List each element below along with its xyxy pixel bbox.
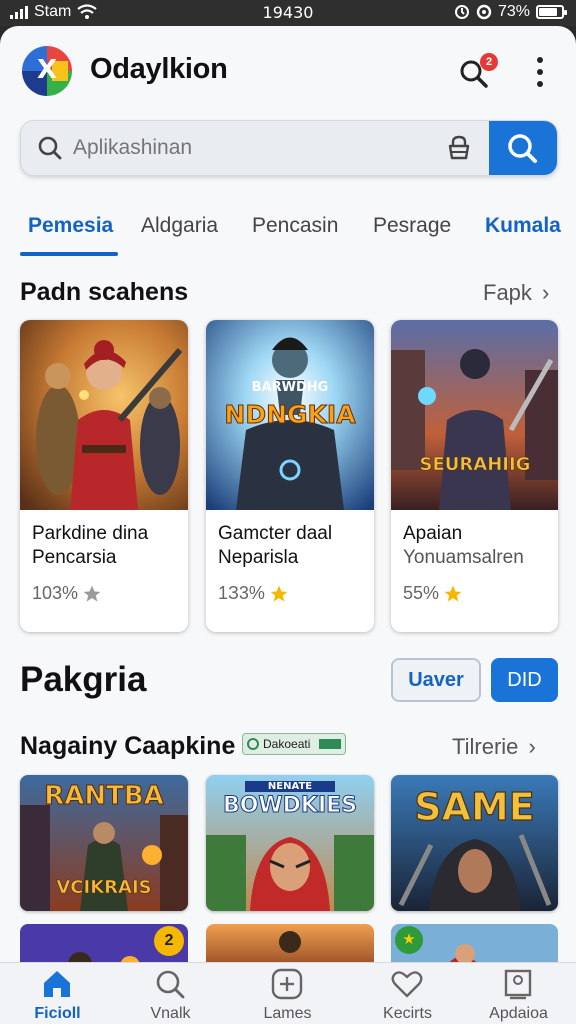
game-card[interactable]: SEURAHIIG Apaian Yonuamsalren 55% (391, 320, 558, 632)
alarm-icon (454, 5, 469, 19)
search-input[interactable] (73, 131, 443, 165)
thumb-badge: ★ (395, 926, 423, 954)
category-tabs: Pemesia Aldgaria Pencasin Pesrage Kumala (0, 204, 576, 258)
section-title: Nagainy Caapkine (20, 732, 236, 760)
see-all-label: Fapk (483, 280, 532, 305)
thumb-title: SAME (414, 784, 536, 829)
home-icon (44, 971, 70, 997)
game-name-line2: Yonuamsalren (403, 547, 524, 568)
game-art-image (20, 320, 188, 510)
game-rating: 55% (403, 583, 463, 604)
search-button-icon (508, 134, 537, 163)
app-title: Odaylkion (90, 53, 228, 85)
sync-icon (476, 4, 492, 20)
status-bar: Stam 19430 73% (0, 0, 576, 26)
tab-aldgaria[interactable]: Aldgaria (141, 214, 218, 238)
badge-label: Dakoeati (263, 737, 311, 751)
app-logo[interactable]: X (22, 46, 72, 96)
game-art-image: SEURAHIIG (391, 320, 558, 510)
section-see-all-link[interactable]: Tilrerie › (452, 734, 536, 760)
nav-home[interactable]: Ficioll (0, 963, 115, 1024)
nav-favorites[interactable]: Kecirts (350, 963, 465, 1024)
thumb-title: BOWDKIES (222, 793, 358, 819)
thumb-badge: 2 (154, 926, 184, 956)
rating-value: 1З3% (218, 583, 265, 603)
nav-profile[interactable]: Apdaioa (461, 963, 576, 1024)
thumb-title: RANTBA (44, 781, 165, 812)
star-icon (270, 585, 288, 601)
art-title: SEURAHIIG (419, 454, 531, 476)
thumb-subtitle: NENATE (245, 781, 335, 792)
game-art-image: BARWDHG NDNGKIA (206, 320, 374, 510)
nav-search[interactable]: Vnalk (113, 963, 228, 1024)
badge-grid-icon (319, 739, 341, 749)
notifications-button[interactable]: 2 (458, 52, 498, 92)
game-rating: 103% (32, 583, 102, 604)
tab-kumala[interactable]: Kumala (485, 214, 561, 238)
battery-icon (536, 5, 567, 19)
game-thumbnail[interactable]: RANTBA VCIKRAIS (20, 775, 188, 911)
app-bar: X Odaylkion 2 (0, 26, 576, 116)
tab-pemesia[interactable]: Pemesia (28, 214, 113, 238)
lock-icon[interactable] (447, 135, 471, 161)
search-bar (20, 120, 558, 176)
section-badge: Dakoeati (242, 733, 346, 755)
badge-icon (247, 738, 259, 750)
game-name: Parkdine dina Pencarsia (32, 523, 149, 568)
app-screen: X Odaylkion 2 Aplikashinan Pemesia Aldga… (0, 26, 576, 1024)
search-icon (156, 970, 185, 999)
nav-label: Ficioll (34, 1005, 81, 1022)
tab-pencasin[interactable]: Pencasin (252, 214, 338, 238)
nav-add[interactable]: Lames (230, 963, 345, 1024)
game-rating: 1З3% (218, 583, 289, 604)
heart-icon (391, 971, 423, 998)
more-options-button[interactable] (528, 54, 552, 90)
game-thumbnail[interactable]: NENATE BOWDKIES (206, 775, 374, 911)
section-heading: Pakgria (20, 660, 147, 699)
search-icon (38, 136, 62, 160)
star-icon (444, 585, 462, 601)
art-subtitle: BARWDHG (251, 380, 329, 395)
game-name: Gamcter daal Neparisla (218, 523, 333, 568)
status-right: 73% (454, 3, 567, 21)
nav-label: Lames (263, 1005, 312, 1022)
star-icon (83, 585, 101, 601)
game-thumbnail[interactable]: SAME (391, 775, 558, 911)
nav-label: Vnalk (150, 1005, 191, 1022)
did-button[interactable]: DID (491, 658, 558, 702)
uaver-button[interactable]: Uaver (391, 658, 481, 702)
search-submit-button[interactable] (489, 121, 557, 175)
game-name-line1: Apaian (403, 523, 463, 544)
tab-pesrage[interactable]: Pesrage (373, 214, 451, 238)
game-card[interactable]: BARWDHG NDNGKIA Gamcter daal Neparisla 1… (206, 320, 374, 632)
thumb-subtitle: VCIKRAIS (56, 877, 152, 899)
game-name: Apaian Yonuamsalren (403, 522, 553, 570)
rating-value: 55% (403, 583, 440, 603)
more-dot-icon (537, 57, 543, 63)
active-tab-indicator (20, 252, 118, 256)
section-title: Padn scahens (20, 278, 189, 306)
chevron-right-icon: › (542, 280, 550, 305)
battery-percent: 73% (497, 3, 530, 20)
art-title: NDNGKIA (224, 400, 356, 430)
see-all-label: Tilrerie (452, 734, 519, 759)
chevron-right-icon: › (528, 734, 536, 759)
add-icon (271, 968, 303, 1000)
rating-value: 103% (32, 583, 79, 603)
game-card[interactable]: Parkdine dina Pencarsia 103% (20, 320, 188, 632)
notification-badge: 2 (480, 53, 498, 71)
bottom-navigation: Ficioll Vnalk Lames Kecirts Apdaioa (0, 962, 576, 1024)
nav-label: Apdaioa (489, 1005, 548, 1022)
nav-label: Kecirts (383, 1005, 432, 1022)
section-see-all-link[interactable]: Fapk › (483, 280, 549, 306)
profile-icon (504, 969, 532, 1000)
